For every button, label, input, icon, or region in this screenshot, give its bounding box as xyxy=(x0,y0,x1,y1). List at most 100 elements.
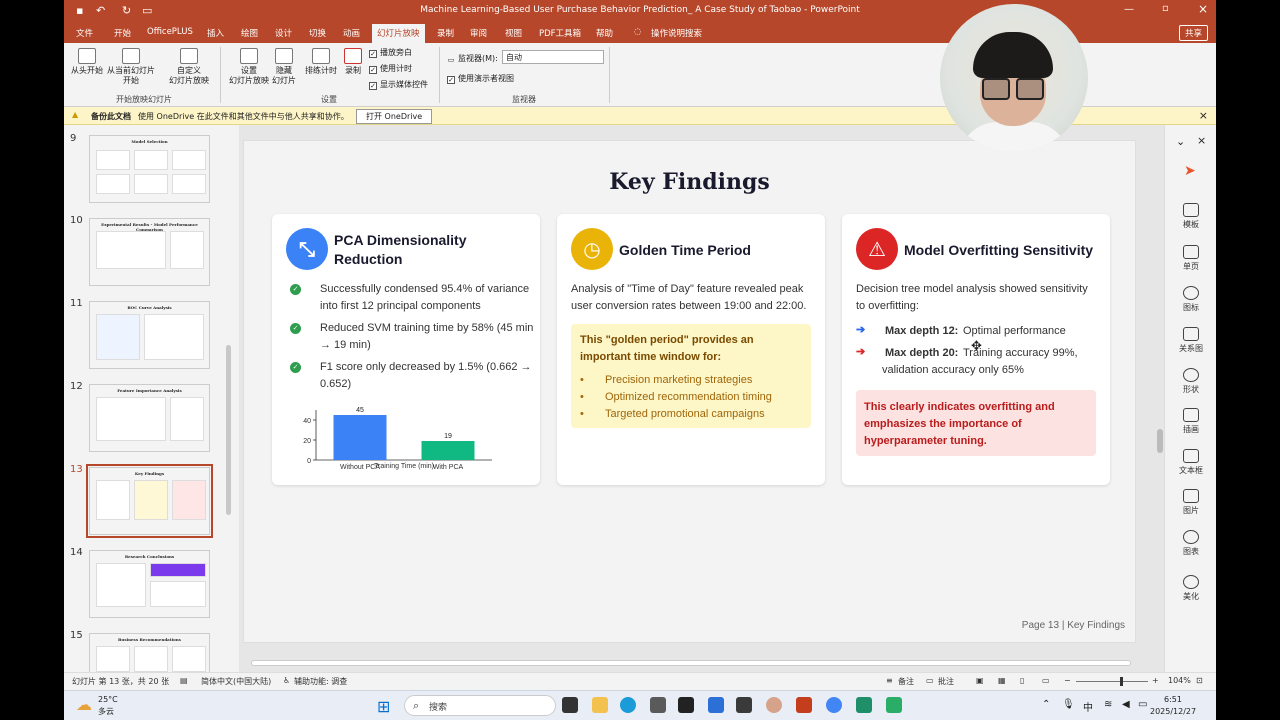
chrome-icon[interactable] xyxy=(826,697,842,713)
minimize-icon[interactable]: — xyxy=(1124,4,1134,15)
clock-time[interactable]: 6:51 xyxy=(1164,695,1182,704)
slide-canvas[interactable]: Key Findings ⤡ PCA Dimensionality Reduct… xyxy=(243,140,1136,643)
close-icon[interactable]: × xyxy=(1199,109,1208,122)
tell-me-search[interactable]: 操作说明搜索 xyxy=(651,27,702,39)
slide-thumbnail-13[interactable]: Key Findings xyxy=(86,464,213,538)
app-icon[interactable] xyxy=(708,697,724,713)
play-narrations-checkbox[interactable]: ✓ 播放旁白 xyxy=(369,47,412,58)
bar-value-label: 19 xyxy=(444,433,452,440)
battery-icon[interactable]: ▭ xyxy=(1138,699,1147,710)
weather-condition[interactable]: 多云 xyxy=(98,706,114,717)
scrollbar-thumb[interactable] xyxy=(1157,429,1163,453)
tab-draw[interactable]: 绘图 xyxy=(241,27,258,39)
presenter-view-checkbox[interactable]: ✓ 使用演示者视图 xyxy=(447,73,514,84)
chevron-up-icon[interactable]: ⌃ xyxy=(1042,699,1050,710)
thumbnails-scrollbar[interactable] xyxy=(224,130,233,670)
clock-date[interactable]: 2025/12/27 xyxy=(1150,707,1196,716)
sidepanel-chart[interactable]: 图表 xyxy=(1165,530,1216,557)
store-icon[interactable] xyxy=(650,697,666,713)
fit-slide-icon[interactable]: ⊡ xyxy=(1196,676,1203,685)
tab-help[interactable]: 帮助 xyxy=(596,27,613,39)
microphone-icon[interactable]: 🎙 xyxy=(1062,699,1075,710)
from-beginning-button[interactable]: 从头开始 xyxy=(70,48,104,76)
weather-icon[interactable]: ☁ xyxy=(76,695,92,714)
slide-thumbnail-14[interactable]: Research Conclusions xyxy=(89,550,210,618)
taskview-icon[interactable] xyxy=(562,697,578,713)
edge-icon[interactable] xyxy=(620,697,636,713)
hide-slide-button[interactable]: 隐藏 幻灯片 xyxy=(269,48,299,86)
zoom-slider-thumb[interactable] xyxy=(1120,677,1123,686)
tab-record[interactable]: 录制 xyxy=(437,27,454,39)
accessibility-status[interactable]: 辅助功能: 调查 xyxy=(294,676,347,687)
spellcheck-icon[interactable]: ▤ xyxy=(180,676,188,685)
monitor-select[interactable]: 自动 xyxy=(502,50,604,64)
sidepanel-single-page[interactable]: 单页 xyxy=(1165,245,1216,272)
setup-slideshow-button[interactable]: 设置 幻灯片放映 xyxy=(224,48,274,86)
zoom-slider[interactable] xyxy=(1076,677,1148,686)
scrollbar-thumb[interactable] xyxy=(251,660,1131,666)
zoom-level[interactable]: 104% xyxy=(1168,676,1191,685)
tab-pdf-tools[interactable]: PDF工具箱 xyxy=(539,27,581,39)
tab-slideshow[interactable]: 幻灯片放映 xyxy=(372,24,425,43)
weather-temp[interactable]: 25°C xyxy=(98,695,118,704)
sidepanel-icons[interactable]: 图标 xyxy=(1165,286,1216,313)
wifi-icon[interactable]: ≋ xyxy=(1104,699,1112,710)
close-icon[interactable]: × xyxy=(1197,134,1206,147)
tab-review[interactable]: 审阅 xyxy=(470,27,487,39)
show-media-controls-checkbox[interactable]: ✓ 显示媒体控件 xyxy=(369,79,428,90)
tab-home[interactable]: 开始 xyxy=(114,27,131,39)
use-timings-checkbox[interactable]: ✓ 使用计时 xyxy=(369,63,412,74)
tab-design[interactable]: 设计 xyxy=(275,27,292,39)
tab-insert[interactable]: 插入 xyxy=(207,27,224,39)
sorter-view-icon[interactable]: ▦ xyxy=(998,676,1006,685)
file-explorer-icon[interactable] xyxy=(592,697,608,713)
chevron-down-icon[interactable]: ⌄ xyxy=(1176,135,1185,148)
app-icon[interactable] xyxy=(678,697,694,713)
tab-transitions[interactable]: 切换 xyxy=(309,27,326,39)
taskbar-search[interactable]: ⌕ 搜索 xyxy=(404,695,556,716)
sidepanel-textbox[interactable]: 文本框 xyxy=(1165,449,1216,476)
zoom-out-icon[interactable]: − xyxy=(1064,676,1071,685)
custom-slideshow-button[interactable]: 自定义 幻灯片放映 xyxy=(164,48,214,86)
scrollbar-thumb[interactable] xyxy=(226,345,231,515)
sidepanel-illustration[interactable]: 插画 xyxy=(1165,408,1216,435)
open-onedrive-button[interactable]: 打开 OneDrive xyxy=(356,109,433,124)
powerpoint-icon[interactable] xyxy=(796,697,812,713)
language-status[interactable]: 简体中文(中国大陆) xyxy=(201,676,271,687)
normal-view-icon[interactable]: ▣ xyxy=(976,676,984,685)
app-icon[interactable] xyxy=(856,697,872,713)
zoom-in-icon[interactable]: + xyxy=(1152,676,1159,685)
sidepanel-beautify[interactable]: 美化 xyxy=(1165,575,1216,602)
slideshow-view-icon[interactable]: ▭ xyxy=(1042,676,1050,685)
slide-thumbnail-15[interactable]: Business Recommendations xyxy=(89,633,210,673)
volume-icon[interactable]: ◀ xyxy=(1122,699,1130,710)
tab-view[interactable]: 视图 xyxy=(505,27,522,39)
sidepanel-relationship[interactable]: 关系图 xyxy=(1165,327,1216,354)
record-button[interactable]: 录制 xyxy=(341,48,365,76)
comments-button[interactable]: 批注 xyxy=(938,676,954,687)
avatar-app-icon[interactable] xyxy=(766,697,782,713)
slide-thumbnail-10[interactable]: Experimental Results - Model Performance… xyxy=(89,218,210,286)
slide-thumbnail-12[interactable]: Feature Importance Analysis xyxy=(89,384,210,452)
app-icon[interactable] xyxy=(736,697,752,713)
from-current-button[interactable]: 从当前幻灯片 开始 xyxy=(106,48,156,86)
notes-button[interactable]: 备注 xyxy=(898,676,914,687)
editor-horizontal-scrollbar[interactable] xyxy=(243,658,1153,667)
tab-officeplus[interactable]: OfficePLUS xyxy=(147,27,193,37)
wechat-icon[interactable] xyxy=(886,697,902,713)
sidepanel-image[interactable]: 图片 xyxy=(1165,489,1216,516)
slide-thumbnail-11[interactable]: ROC Curve Analysis xyxy=(89,301,210,369)
rehearse-timings-button[interactable]: 排练计时 xyxy=(304,48,338,76)
slide-thumbnail-9[interactable]: Model Selection xyxy=(89,135,210,203)
ime-indicator[interactable]: 中 xyxy=(1083,699,1093,714)
window-close-icon[interactable]: × xyxy=(1198,2,1208,16)
start-icon[interactable]: ⊞ xyxy=(377,697,390,716)
reading-view-icon[interactable]: ▯ xyxy=(1020,676,1024,685)
maximize-icon[interactable]: ▫ xyxy=(1162,3,1169,14)
tab-file[interactable]: 文件 xyxy=(76,27,93,39)
sidepanel-template[interactable]: 模板 xyxy=(1165,203,1216,230)
editor-vertical-scrollbar[interactable] xyxy=(1155,129,1164,639)
tab-animations[interactable]: 动画 xyxy=(343,27,360,39)
share-button[interactable]: 共享 xyxy=(1178,25,1208,41)
sidepanel-shapes[interactable]: 形状 xyxy=(1165,368,1216,395)
